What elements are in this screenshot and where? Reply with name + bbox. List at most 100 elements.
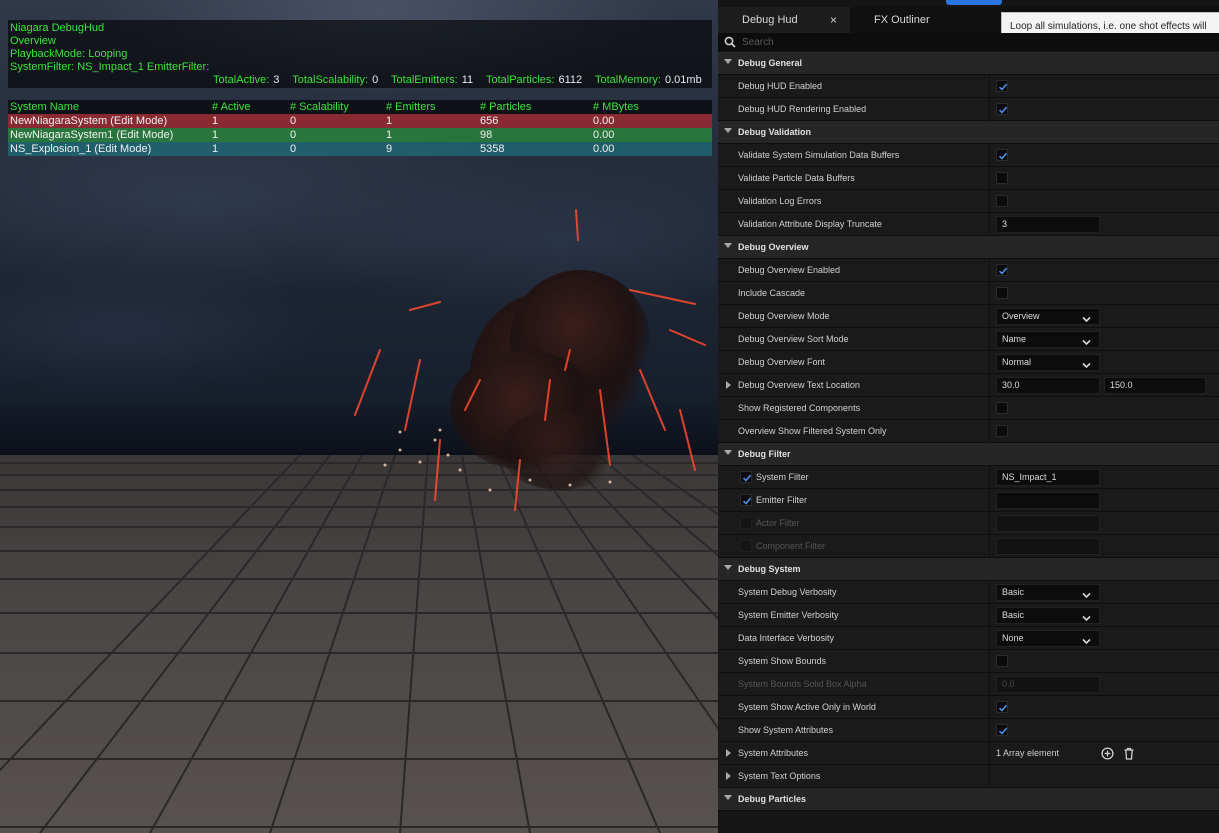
property-label: System Debug Verbosity	[738, 587, 837, 597]
checkbox[interactable]	[996, 701, 1008, 713]
column-divider[interactable]	[989, 282, 990, 305]
checkbox[interactable]	[996, 149, 1008, 161]
property-row-system-text-options[interactable]: System Text Options	[718, 765, 1219, 788]
table-row: NS_Explosion_1 (Edit Mode) 1 0 9 5358 0.…	[8, 142, 712, 156]
chevron-down-icon	[1082, 612, 1091, 627]
column-divider[interactable]	[989, 512, 990, 535]
property-row-debug-overview-text-location[interactable]: Debug Overview Text Location 30.0 150.0	[718, 374, 1219, 397]
column-divider[interactable]	[989, 351, 990, 374]
column-header: System Name	[10, 101, 80, 113]
dropdown[interactable]: Name	[996, 331, 1100, 348]
enable-checkbox[interactable]	[740, 494, 752, 506]
column-divider[interactable]	[989, 374, 990, 397]
column-divider[interactable]	[989, 144, 990, 167]
chevron-down-icon[interactable]	[724, 59, 732, 64]
chevron-down-icon[interactable]	[724, 128, 732, 133]
chevron-down-icon	[1082, 336, 1091, 351]
chevron-down-icon[interactable]	[724, 243, 732, 248]
enable-checkbox[interactable]	[740, 540, 752, 552]
location-y-field[interactable]: 150.0	[1104, 377, 1206, 394]
column-divider[interactable]	[989, 535, 990, 558]
search-input[interactable]	[742, 34, 1212, 50]
column-divider[interactable]	[989, 213, 990, 236]
category-debug-system[interactable]: Debug System	[718, 558, 1219, 581]
dropdown-value: Basic	[1002, 587, 1025, 597]
toolbar-accent-button[interactable]	[946, 0, 1002, 5]
column-divider[interactable]	[989, 420, 990, 443]
column-divider[interactable]	[989, 742, 990, 765]
dropdown-value: Basic	[1002, 610, 1025, 620]
category-debug-particles[interactable]: Debug Particles	[718, 788, 1219, 811]
checkbox[interactable]	[996, 655, 1008, 667]
dropdown[interactable]: Normal	[996, 354, 1100, 371]
enable-checkbox[interactable]	[740, 471, 752, 483]
checkbox[interactable]	[996, 425, 1008, 437]
checkbox[interactable]	[996, 287, 1008, 299]
checkbox[interactable]	[996, 264, 1008, 276]
enable-checkbox[interactable]	[740, 517, 752, 529]
dropdown[interactable]: Basic	[996, 607, 1100, 624]
dropdown[interactable]: None	[996, 630, 1100, 647]
checkbox[interactable]	[996, 724, 1008, 736]
column-header: # Active	[212, 101, 251, 113]
property-row-debug-overview-enabled: Debug Overview Enabled	[718, 259, 1219, 282]
trash-icon[interactable]	[1123, 747, 1135, 765]
column-divider[interactable]	[989, 719, 990, 742]
tab-debug-hud[interactable]: Debug Hud ×	[718, 7, 850, 33]
value-field[interactable]: NS_Impact_1	[996, 469, 1100, 486]
column-divider[interactable]	[989, 98, 990, 121]
column-divider[interactable]	[989, 696, 990, 719]
checkbox[interactable]	[996, 103, 1008, 115]
property-row-system-attributes[interactable]: System Attributes 1 Array element	[718, 742, 1219, 765]
table-cell: 1	[212, 115, 219, 127]
checkbox[interactable]	[996, 402, 1008, 414]
column-divider[interactable]	[989, 627, 990, 650]
column-divider[interactable]	[989, 650, 990, 673]
property-row-system-bounds-solid-box-alpha: System Bounds Solid Box Alpha 0.0	[718, 673, 1219, 696]
column-divider[interactable]	[989, 328, 990, 351]
category-debug-overview[interactable]: Debug Overview	[718, 236, 1219, 259]
tab-fx-outliner[interactable]: FX Outliner	[850, 7, 1000, 33]
checkbox[interactable]	[996, 195, 1008, 207]
chevron-down-icon[interactable]	[724, 795, 732, 800]
category-label: Debug Filter	[738, 449, 791, 459]
column-divider[interactable]	[989, 259, 990, 282]
value-field[interactable]: 3	[996, 216, 1100, 233]
category-debug-filter[interactable]: Debug Filter	[718, 443, 1219, 466]
add-icon[interactable]	[1101, 747, 1114, 765]
property-label: Debug Overview Sort Mode	[738, 334, 849, 344]
value-field[interactable]	[996, 492, 1100, 509]
location-x-field[interactable]: 30.0	[996, 377, 1100, 394]
category-debug-validation[interactable]: Debug Validation	[718, 121, 1219, 144]
chevron-down-icon[interactable]	[724, 450, 732, 455]
chevron-down-icon[interactable]	[724, 565, 732, 570]
property-label: Debug Overview Mode	[738, 311, 830, 321]
chevron-right-icon[interactable]	[726, 772, 731, 780]
property-label: Validate Particle Data Buffers	[738, 173, 855, 183]
checkbox[interactable]	[996, 172, 1008, 184]
table-cell: 0	[290, 115, 297, 127]
property-row-system-debug-verbosity: System Debug Verbosity Basic	[718, 581, 1219, 604]
column-divider[interactable]	[989, 305, 990, 328]
chevron-right-icon[interactable]	[726, 749, 731, 757]
property-label: Show Registered Components	[738, 403, 861, 413]
column-divider[interactable]	[989, 75, 990, 98]
column-divider[interactable]	[989, 167, 990, 190]
column-divider[interactable]	[989, 673, 990, 696]
chevron-right-icon[interactable]	[726, 381, 731, 389]
dropdown[interactable]: Basic	[996, 584, 1100, 601]
dropdown[interactable]: Overview	[996, 308, 1100, 325]
property-label: Include Cascade	[738, 288, 806, 298]
property-label: Debug Overview Enabled	[738, 265, 841, 275]
checkbox[interactable]	[996, 80, 1008, 92]
search-icon	[724, 36, 736, 48]
category-debug-general[interactable]: Debug General	[718, 52, 1219, 75]
close-icon[interactable]: ×	[830, 7, 837, 33]
column-divider[interactable]	[989, 489, 990, 512]
column-divider[interactable]	[989, 397, 990, 420]
column-divider[interactable]	[989, 190, 990, 213]
column-divider[interactable]	[989, 765, 990, 788]
column-divider[interactable]	[989, 466, 990, 489]
column-divider[interactable]	[989, 581, 990, 604]
column-divider[interactable]	[989, 604, 990, 627]
